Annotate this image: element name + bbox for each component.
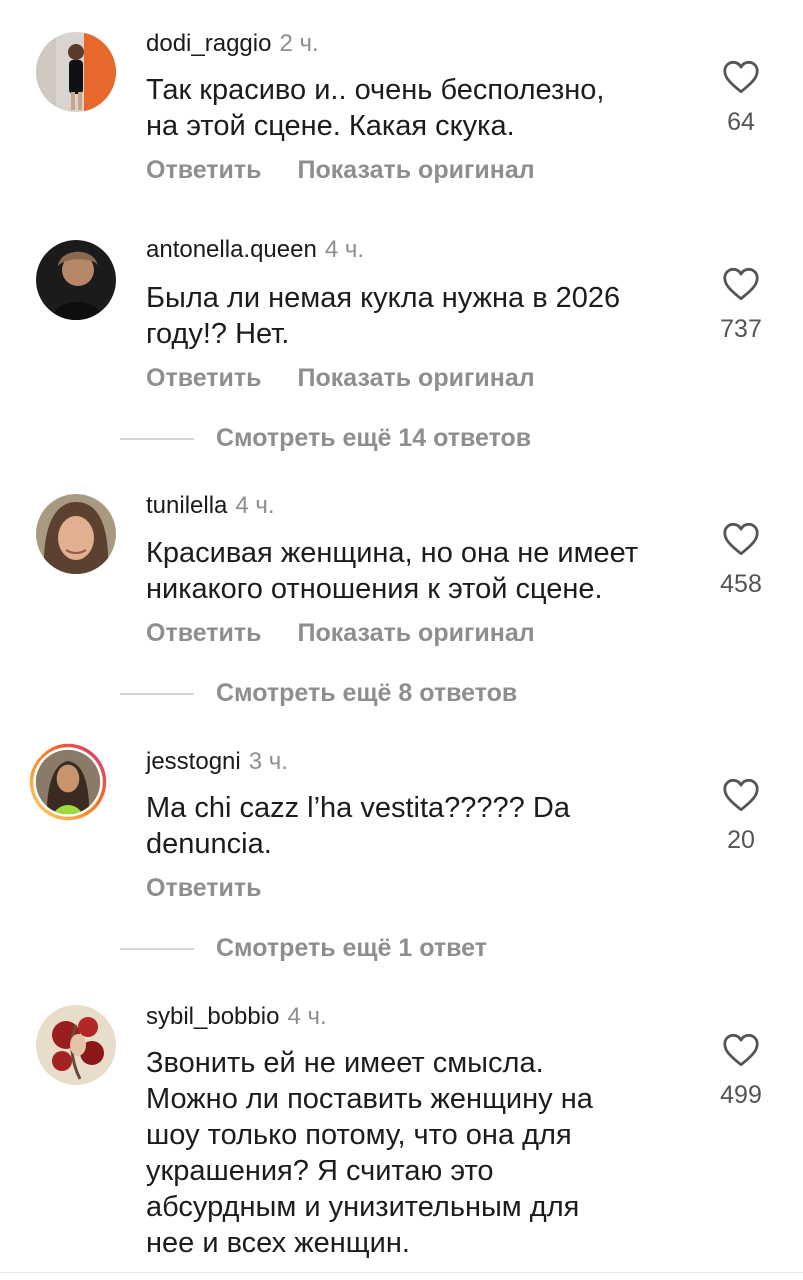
username[interactable]: antonella.queen — [146, 236, 317, 263]
show-original-button[interactable]: Показать оригинал — [298, 156, 535, 184]
comment-actions: Ответить Показать оригинал — [146, 619, 535, 647]
like-button[interactable]: 499 — [706, 1033, 776, 1110]
comment-text-line: украшения? Я считаю это — [146, 1155, 494, 1187]
like-button[interactable]: 458 — [706, 522, 776, 599]
avatar[interactable] — [36, 32, 116, 112]
comment-text-line: году!? Нет. — [146, 318, 290, 350]
heart-outline-icon[interactable] — [722, 60, 760, 94]
comment-text-line: на этой сцене. Какая скука. — [146, 110, 515, 142]
comment-actions: Ответить Показать оригинал — [146, 156, 535, 184]
comment-header: antonella.queen 4 ч. — [146, 236, 364, 264]
comment-text-line: шоу только потому, что она для — [146, 1119, 572, 1151]
comment-header: dodi_raggio 2 ч. — [146, 30, 319, 58]
comment-text-line: Звонить ей не имеет смысла. — [146, 1047, 544, 1079]
username[interactable]: jesstogni — [146, 748, 241, 775]
comment-header: jesstogni 3 ч. — [146, 748, 288, 776]
like-count: 64 — [727, 108, 755, 136]
comment-text: Была ли немая кукла нужна в 2026 году!? … — [146, 280, 691, 352]
like-button[interactable]: 20 — [706, 778, 776, 855]
comment-text-line: Красивая женщина, но она не имеет — [146, 537, 639, 569]
comment-header: tunilella 4 ч. — [146, 492, 275, 520]
comment-text: Красивая женщина, но она не имеет никако… — [146, 535, 691, 607]
avatar[interactable] — [36, 240, 116, 320]
view-more-replies[interactable]: Смотреть ещё 1 ответ — [120, 934, 487, 964]
heart-outline-icon[interactable] — [722, 778, 760, 812]
username[interactable]: tunilella — [146, 492, 227, 519]
username[interactable]: sybil_bobbio — [146, 1003, 279, 1030]
divider-line — [120, 437, 194, 440]
reply-button[interactable]: Ответить — [146, 156, 262, 184]
comment-text-line: нее и всех женщин. — [146, 1227, 410, 1259]
avatar-story-ring[interactable] — [28, 742, 120, 834]
comment-text-line: Была ли немая кукла нужна в 2026 — [146, 282, 621, 314]
avatar[interactable] — [36, 494, 116, 574]
heart-outline-icon[interactable] — [722, 522, 760, 556]
comment-header: sybil_bobbio 4 ч. — [146, 1003, 327, 1031]
comment-text-line: Так красиво и.. очень бесполезно, — [146, 74, 605, 106]
timestamp: 2 ч. — [279, 30, 319, 57]
comment-text-line: denuncia. — [146, 828, 272, 860]
divider-line — [120, 692, 194, 695]
like-count: 20 — [727, 826, 755, 854]
comment-text-line: Ma chi cazz l’ha vestita????? Da — [146, 792, 570, 824]
view-more-replies-label[interactable]: Смотреть ещё 1 ответ — [216, 934, 487, 962]
view-more-replies[interactable]: Смотреть ещё 8 ответов — [120, 679, 517, 709]
comment-actions: Ответить — [146, 874, 262, 902]
comment-text-line: Можно ли поставить женщину на — [146, 1083, 593, 1115]
like-count: 499 — [720, 1081, 762, 1109]
view-more-replies-label[interactable]: Смотреть ещё 8 ответов — [216, 679, 517, 707]
like-button[interactable]: 64 — [706, 60, 776, 137]
like-button[interactable]: 737 — [706, 267, 776, 344]
reply-button[interactable]: Ответить — [146, 874, 262, 902]
username[interactable]: dodi_raggio — [146, 30, 271, 57]
avatar[interactable] — [36, 1005, 116, 1085]
reply-button[interactable]: Ответить — [146, 619, 262, 647]
comment-text-line: абсурдным и унизительным для — [146, 1191, 580, 1223]
comment-text: Так красиво и.. очень бесполезно, на это… — [146, 72, 691, 144]
view-more-replies[interactable]: Смотреть ещё 14 ответов — [120, 424, 531, 454]
comment-text-line: никакого отношения к этой сцене. — [146, 573, 603, 605]
timestamp: 4 ч. — [235, 492, 275, 519]
show-original-button[interactable]: Показать оригинал — [298, 364, 535, 392]
like-count: 458 — [720, 570, 762, 598]
heart-outline-icon[interactable] — [722, 1033, 760, 1067]
comment-text: Звонить ей не имеет смысла. Можно ли пос… — [146, 1045, 691, 1261]
like-count: 737 — [720, 315, 762, 343]
show-original-button[interactable]: Показать оригинал — [298, 619, 535, 647]
comment-text: Ma chi cazz l’ha vestita????? Da denunci… — [146, 790, 691, 862]
divider-line — [120, 947, 194, 950]
timestamp: 3 ч. — [248, 748, 288, 775]
bottom-divider — [0, 1272, 803, 1273]
comment-actions: Ответить Показать оригинал — [146, 364, 535, 392]
heart-outline-icon[interactable] — [722, 267, 760, 301]
timestamp: 4 ч. — [287, 1003, 327, 1030]
view-more-replies-label[interactable]: Смотреть ещё 14 ответов — [216, 424, 531, 452]
timestamp: 4 ч. — [324, 236, 365, 263]
reply-button[interactable]: Ответить — [146, 364, 262, 392]
